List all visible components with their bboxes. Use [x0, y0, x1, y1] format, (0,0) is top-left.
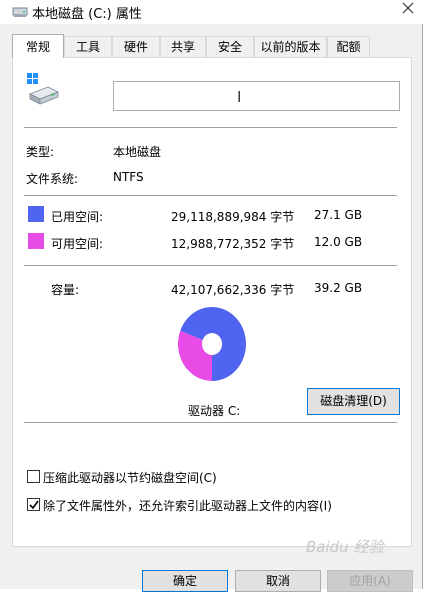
text-cursor-icon: I: [237, 88, 242, 106]
drive-letter-label: 驱动器 C:: [188, 404, 241, 418]
window-title: 本地磁盘 (C:) 属性: [32, 7, 142, 22]
title-bar: 本地磁盘 (C:) 属性: [0, 0, 424, 24]
used-space-swatch: [28, 206, 44, 222]
compress-checkbox[interactable]: [27, 470, 40, 483]
close-button[interactable]: [390, 0, 424, 22]
type-label: 类型:: [26, 145, 55, 159]
tab-quota[interactable]: 配额: [327, 36, 370, 57]
separator: [24, 422, 397, 423]
used-space-label: 已用空间:: [51, 210, 104, 224]
pie-slice-free: [178, 330, 212, 381]
capacity-size: 39.2 GB: [314, 281, 363, 295]
index-label: 除了文件属性外，还允许索引此驱动器上文件的内容(I): [43, 499, 332, 513]
used-space-size: 27.1 GB: [314, 208, 363, 222]
disk-usage-pie: [178, 307, 246, 381]
separator: [24, 265, 397, 266]
drive-icon: [12, 4, 28, 18]
checkmark-icon: [29, 500, 39, 510]
free-space-label: 可用空间:: [51, 237, 104, 251]
capacity-label: 容量:: [51, 283, 80, 297]
compress-label: 压缩此驱动器以节约磁盘空间(C): [43, 471, 217, 485]
free-space-bytes: 12,988,772,352 字节: [171, 237, 295, 251]
filesystem-label: 文件系统:: [26, 172, 79, 186]
filesystem-value: NTFS: [113, 170, 144, 184]
tab-general[interactable]: 常规: [12, 34, 64, 58]
used-space-bytes: 29,118,889,984 字节: [171, 210, 295, 224]
separator: [24, 127, 397, 128]
tab-previous-versions[interactable]: 以前的版本: [254, 36, 327, 57]
tab-security[interactable]: 安全: [206, 36, 254, 57]
tab-sharing[interactable]: 共享: [160, 36, 206, 57]
type-value: 本地磁盘: [113, 145, 162, 159]
close-icon: [402, 2, 414, 14]
watermark: Baidu 经验: [306, 538, 384, 556]
index-checkbox[interactable]: [27, 498, 40, 511]
drive-name-input[interactable]: [113, 81, 400, 111]
windows-drive-icon: [26, 72, 60, 108]
tab-hardware[interactable]: 硬件: [112, 36, 160, 57]
free-space-size: 12.0 GB: [314, 235, 363, 249]
disk-cleanup-button[interactable]: 磁盘清理(D): [307, 388, 400, 415]
separator: [24, 195, 397, 196]
capacity-bytes: 42,107,662,336 字节: [171, 283, 295, 297]
free-space-swatch: [28, 233, 44, 249]
tab-tools[interactable]: 工具: [64, 36, 112, 57]
